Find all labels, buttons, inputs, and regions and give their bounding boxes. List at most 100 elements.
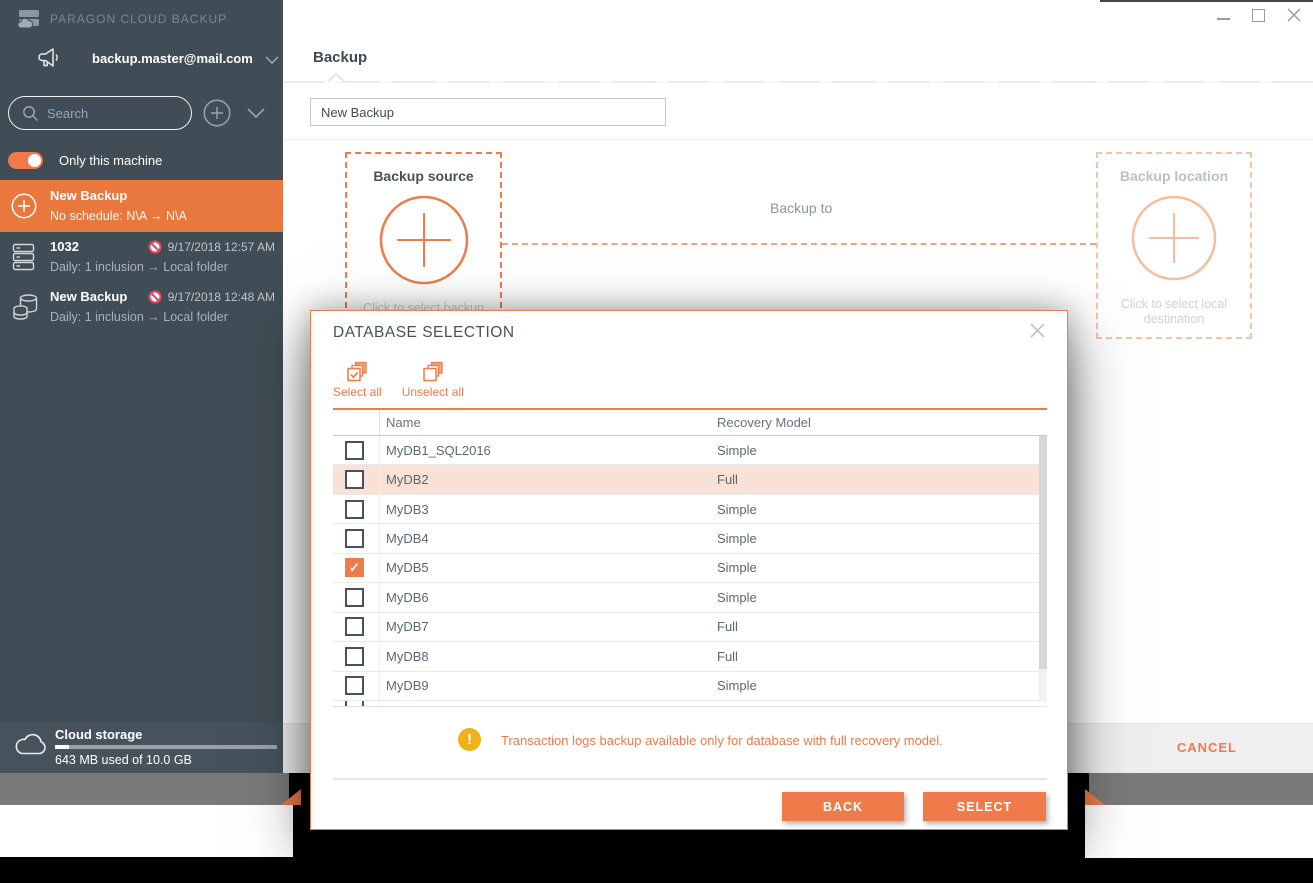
window-top-edge xyxy=(1100,0,1313,2)
backup-location-title: Backup location xyxy=(1119,168,1229,184)
row-checkbox[interactable] xyxy=(345,587,364,607)
backup-item-status: 9/17/2018 12:57 AM xyxy=(148,240,275,254)
maximize-icon[interactable] xyxy=(1252,8,1265,22)
recovery-model: Full xyxy=(717,648,738,664)
backup-item-schedule: No schedule: N\A → N\A xyxy=(50,209,187,223)
db-name: MyDB5 xyxy=(386,560,429,576)
db-name: MyDB3 xyxy=(386,501,429,517)
row-checkbox[interactable] xyxy=(345,676,364,696)
unselect-all-button[interactable]: Unselect all xyxy=(402,361,464,399)
backup-location-box[interactable]: Backup location Click to select local de… xyxy=(1096,152,1252,339)
db-name: MyDB7 xyxy=(386,619,429,635)
close-icon[interactable] xyxy=(1030,323,1045,343)
toggle-knob xyxy=(28,154,41,167)
table-row[interactable]: MyDB9 Simple xyxy=(333,671,1047,701)
search-box[interactable] xyxy=(8,96,192,130)
recovery-model: Full xyxy=(717,472,738,488)
window-controls xyxy=(1217,8,1301,22)
row-checkbox[interactable] xyxy=(345,499,364,519)
table-row[interactable]: MyDB3 Simple xyxy=(333,494,1047,525)
row-checkbox[interactable] xyxy=(345,617,364,637)
backup-item-title: 1032 xyxy=(50,239,79,254)
storage-progress-fill xyxy=(55,745,69,749)
only-this-machine-toggle[interactable] xyxy=(8,152,43,169)
table-row[interactable]: MyDB5 Simple xyxy=(333,553,1047,584)
sidebar-item-1032[interactable]: 1032 9/17/2018 12:57 AM Daily: 1 inclusi… xyxy=(0,232,283,283)
select-button[interactable]: SELECT xyxy=(923,792,1046,821)
account-row[interactable]: backup.master@mail.com xyxy=(36,45,279,71)
cloud-icon xyxy=(15,733,46,755)
table-body: MyDB1_SQL2016 Simple MyDB2 Full MyDB3 Simple M… xyxy=(333,436,1047,701)
background-strip-right xyxy=(1089,773,1313,805)
checkbox-column-header xyxy=(333,410,380,435)
table-scrollbar[interactable] xyxy=(1039,436,1047,701)
minimize-icon[interactable] xyxy=(1217,18,1230,20)
source-destination-connector xyxy=(502,243,1096,245)
dialog-title: DATABASE SELECTION xyxy=(333,324,515,341)
cloud-storage-panel: Cloud storage 643 MB used of 10.0 GB xyxy=(0,722,283,773)
table-row[interactable]: MyDB6 Simple xyxy=(333,583,1047,613)
chevron-down-icon[interactable] xyxy=(247,108,265,118)
select-all-button[interactable]: Select all xyxy=(333,361,382,399)
backup-item-status: 9/17/2018 12:48 AM xyxy=(148,290,275,304)
row-checkbox[interactable] xyxy=(345,646,364,666)
cancel-button[interactable]: CANCEL xyxy=(1177,740,1237,755)
app-screenshot: Backup Backup source Click to select bac… xyxy=(0,0,1313,883)
table-row[interactable]: MyDB2 Full xyxy=(333,465,1047,495)
warning-text: Transaction logs backup available only f… xyxy=(501,733,943,748)
recovery-model: Simple xyxy=(717,501,757,517)
back-button[interactable]: BACK xyxy=(782,792,904,821)
database-table: Name Recovery Model MyDB1_SQL2016 Simple M… xyxy=(333,408,1047,707)
storage-usage-text: 643 MB used of 10.0 GB xyxy=(55,753,192,767)
db-name: MyDB6 xyxy=(386,589,429,605)
row-checkbox[interactable] xyxy=(345,529,364,549)
table-row[interactable]: MyDB1_SQL2016 Simple xyxy=(333,436,1047,466)
recovery-model: Simple xyxy=(717,442,757,458)
table-row[interactable]: MyDB8 Full xyxy=(333,642,1047,672)
page-title: Backup xyxy=(313,49,368,66)
plus-circle-icon xyxy=(1131,195,1217,281)
background-strip-left xyxy=(0,773,289,805)
storage-progress-bar xyxy=(55,745,277,749)
warning-icon: ! xyxy=(458,728,481,751)
recovery-model: Simple xyxy=(717,589,757,605)
recovery-model-column-header: Recovery Model xyxy=(717,415,811,430)
backup-source-title: Backup source xyxy=(373,168,474,184)
recovery-model: Simple xyxy=(717,560,757,576)
db-name: MyDB8 xyxy=(386,648,429,664)
select-all-icon xyxy=(347,361,367,382)
backup-name-input[interactable] xyxy=(310,98,666,126)
sidebar-item-new-backup[interactable]: New Backup No schedule: N\A → N\A xyxy=(0,180,283,232)
table-header: Name Recovery Model xyxy=(333,408,1047,436)
plus-circle-icon xyxy=(11,193,37,219)
db-name: MyDB2 xyxy=(386,472,429,488)
recovery-model: Full xyxy=(717,619,738,635)
row-checkbox[interactable] xyxy=(345,470,364,490)
orange-ribbon-corner-right xyxy=(1085,789,1105,805)
chevron-down-icon[interactable] xyxy=(265,55,279,64)
dialog-toolbar: Select all Unselect all xyxy=(333,361,464,399)
sidebar-item-new-backup-2[interactable]: New Backup 9/17/2018 12:48 AM Daily: 1 i… xyxy=(0,283,283,333)
section-divider xyxy=(283,139,1313,140)
machine-filter-row: Only this machine xyxy=(8,152,162,169)
sidebar: PARAGON CLOUD BACKUP backup.master@mail.… xyxy=(0,0,283,773)
backup-location-hint: Click to select local destination xyxy=(1120,297,1228,326)
server-cloud-logo-icon xyxy=(17,10,39,29)
backup-item-schedule: Daily: 1 inclusion → Local folder xyxy=(50,310,228,324)
row-checkbox[interactable] xyxy=(345,558,364,578)
backup-item-title: New Backup xyxy=(50,289,128,304)
search-input[interactable] xyxy=(47,105,167,121)
table-row-partial xyxy=(333,700,1047,707)
scrollbar-thumb[interactable] xyxy=(1039,436,1047,670)
backup-list: New Backup No schedule: N\A → N\A 1032 9… xyxy=(0,180,283,333)
table-row[interactable]: MyDB7 Full xyxy=(333,612,1047,643)
unselect-all-icon xyxy=(422,361,443,382)
background-white-right xyxy=(1085,805,1313,858)
plus-circle-icon[interactable] xyxy=(203,99,231,127)
table-row[interactable]: MyDB4 Simple xyxy=(333,524,1047,554)
row-checkbox xyxy=(345,700,364,706)
row-checkbox[interactable] xyxy=(345,440,364,460)
close-icon[interactable] xyxy=(1287,8,1301,22)
cloud-storage-title: Cloud storage xyxy=(55,727,143,742)
app-logo-row: PARAGON CLOUD BACKUP xyxy=(17,7,227,31)
